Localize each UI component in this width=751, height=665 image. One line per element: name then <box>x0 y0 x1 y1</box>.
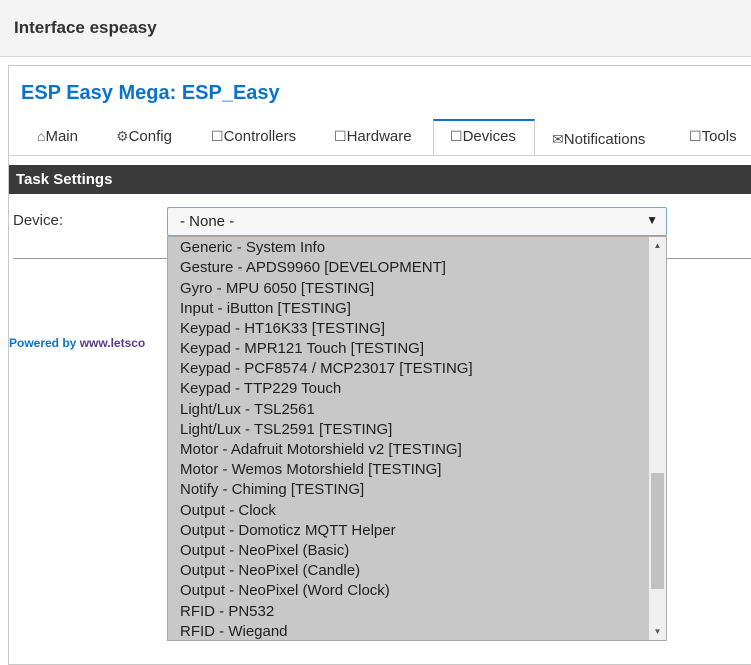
list-item[interactable]: Generic - System Info <box>180 239 325 259</box>
device-select-value: - None - <box>180 213 235 230</box>
list-item[interactable]: Notify - Chiming [TESTING] <box>180 481 364 501</box>
list-item[interactable]: RFID - Wiegand <box>180 623 288 640</box>
controllers-icon: ☐ <box>211 128 224 144</box>
list-item[interactable]: Motor - Wemos Motorshield [TESTING] <box>180 461 441 481</box>
list-item[interactable]: Output - Clock <box>180 502 276 522</box>
list-item[interactable]: Gyro - MPU 6050 [TESTING] <box>180 280 374 300</box>
list-item[interactable]: Gesture - APDS9960 [DEVELOPMENT] <box>180 259 446 279</box>
window-title: Interface espeasy <box>14 18 157 37</box>
tab-label: Config <box>128 128 172 145</box>
tools-icon: ☐ <box>689 128 702 144</box>
list-item[interactable]: Output - NeoPixel (Word Clock) <box>180 582 390 602</box>
gear-icon: ⚙ <box>116 128 129 144</box>
device-select[interactable]: - None - ▼ <box>167 207 667 236</box>
list-item[interactable]: RFID - PN532 <box>180 603 274 623</box>
list-item[interactable]: Input - iButton [TESTING] <box>180 300 351 320</box>
list-item[interactable]: Keypad - TTP229 Touch <box>180 380 341 400</box>
list-item[interactable]: Keypad - MPR121 Touch [TESTING] <box>180 340 424 360</box>
tab-main[interactable]: ⌂Main <box>37 119 78 155</box>
dropdown-arrow-icon[interactable]: ▼ <box>646 213 658 227</box>
section-header: Task Settings <box>9 165 751 194</box>
hardware-icon: ☐ <box>334 128 347 144</box>
envelope-icon: ✉ <box>552 131 564 147</box>
nav-tabs: ⌂Main ⚙Config ☐Controllers ☐Hardware ☐De… <box>9 119 751 155</box>
tab-config[interactable]: ⚙Config <box>116 119 172 155</box>
device-dropdown-list[interactable]: Generic - System Info Gesture - APDS9960… <box>167 236 667 641</box>
list-item[interactable]: Output - NeoPixel (Candle) <box>180 562 360 582</box>
devices-icon: ☐ <box>450 128 463 144</box>
powered-prefix: Powered by <box>9 336 80 350</box>
tab-label: Main <box>45 128 78 145</box>
list-item[interactable]: Output - Domoticz MQTT Helper <box>180 522 396 542</box>
tab-label: Hardware <box>346 128 412 145</box>
tab-devices[interactable]: ☐Devices <box>433 119 535 155</box>
device-label: Device: <box>13 212 64 229</box>
tab-label: Tools <box>701 128 737 145</box>
tab-label: Controllers <box>223 128 297 145</box>
page-title: ESP Easy Mega: ESP_Easy <box>21 82 280 104</box>
tab-notifications[interactable]: ✉Notifications <box>552 119 645 155</box>
tab-hardware[interactable]: ☐Hardware <box>334 119 412 155</box>
dropdown-scrollbar[interactable]: ▲ ▼ <box>649 237 666 640</box>
tab-label: Notifications <box>563 131 646 148</box>
list-item[interactable]: Motor - Adafruit Motorshield v2 [TESTING… <box>180 441 462 461</box>
list-item[interactable]: Light/Lux - TSL2561 <box>180 401 315 421</box>
scroll-up-icon[interactable]: ▲ <box>649 237 666 254</box>
list-item[interactable]: Light/Lux - TSL2591 [TESTING] <box>180 421 392 441</box>
powered-by: Powered by www.letsco <box>9 336 145 350</box>
scroll-down-icon[interactable]: ▼ <box>649 623 666 640</box>
list-item[interactable]: Output - NeoPixel (Basic) <box>180 542 349 562</box>
section-title: Task Settings <box>16 171 113 188</box>
window-titlebar: Interface espeasy <box>0 0 751 57</box>
list-item[interactable]: Keypad - PCF8574 / MCP23017 [TESTING] <box>180 360 473 380</box>
tab-tools[interactable]: ☐Tools <box>689 119 737 155</box>
scrollbar-thumb[interactable] <box>651 473 664 589</box>
tab-controllers[interactable]: ☐Controllers <box>211 119 296 155</box>
list-item[interactable]: Keypad - HT16K33 [TESTING] <box>180 320 385 340</box>
tabs-divider <box>9 155 751 156</box>
tab-label: Devices <box>462 128 516 145</box>
powered-link[interactable]: www.letsco <box>80 336 146 350</box>
